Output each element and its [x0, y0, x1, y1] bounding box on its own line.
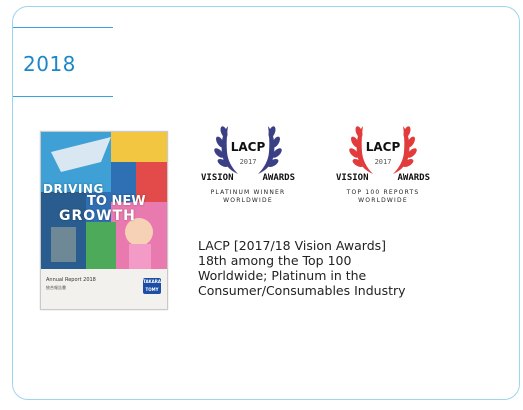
cover-report-label: Annual Report 2018: [46, 277, 96, 283]
award-line: WORLDWIDE: [223, 197, 273, 204]
platinum-award-badge: LACP 2017 VISION AWARDS PLATINUM WINNER …: [200, 118, 296, 216]
caption-line: 18th among the Top 100: [198, 253, 352, 268]
year-label: 2018: [23, 52, 76, 76]
cover-title-line: TO NEW: [87, 194, 146, 209]
award-caption: LACP [2017/18 Vision Awards] 18th among …: [198, 238, 448, 298]
company-logo: TAKARA TOMY: [143, 278, 161, 294]
divider: [13, 96, 113, 97]
annual-report-cover: DRIVING TO NEW GROWTH Annual Report 2018…: [40, 131, 168, 310]
award-line: WORLDWIDE: [358, 197, 408, 204]
award-line: PLATINUM WINNER: [211, 189, 286, 196]
award-line: TOP 100 REPORTS: [346, 189, 420, 196]
award-org: LACP: [231, 140, 266, 154]
cover-title-line: GROWTH: [59, 208, 136, 224]
cover-subtitle: 統合報告書: [46, 285, 66, 290]
award-left: VISION: [336, 173, 369, 183]
award-right: AWARDS: [262, 173, 295, 183]
laurel-icon: LACP 2017 VISION AWARDS TOP 100 REPORTS …: [336, 126, 430, 204]
caption-line: Consumer/Consumables Industry: [198, 283, 406, 298]
award-right: AWARDS: [397, 173, 430, 183]
award-left: VISION: [201, 173, 234, 183]
divider: [13, 27, 113, 28]
award-year: 2017: [375, 158, 392, 166]
caption-line: Worldwide; Platinum in the: [198, 268, 367, 283]
award-year: 2017: [240, 158, 257, 166]
top-100-award-badge: LACP 2017 VISION AWARDS TOP 100 REPORTS …: [335, 118, 431, 216]
year-heading: 2018: [13, 27, 113, 97]
laurel-icon: LACP 2017 VISION AWARDS PLATINUM WINNER …: [201, 126, 295, 204]
award-org: LACP: [366, 140, 401, 154]
caption-line: LACP [2017/18 Vision Awards]: [198, 238, 387, 253]
cover-footer: Annual Report 2018 統合報告書 TAKARA TOMY: [41, 269, 167, 309]
